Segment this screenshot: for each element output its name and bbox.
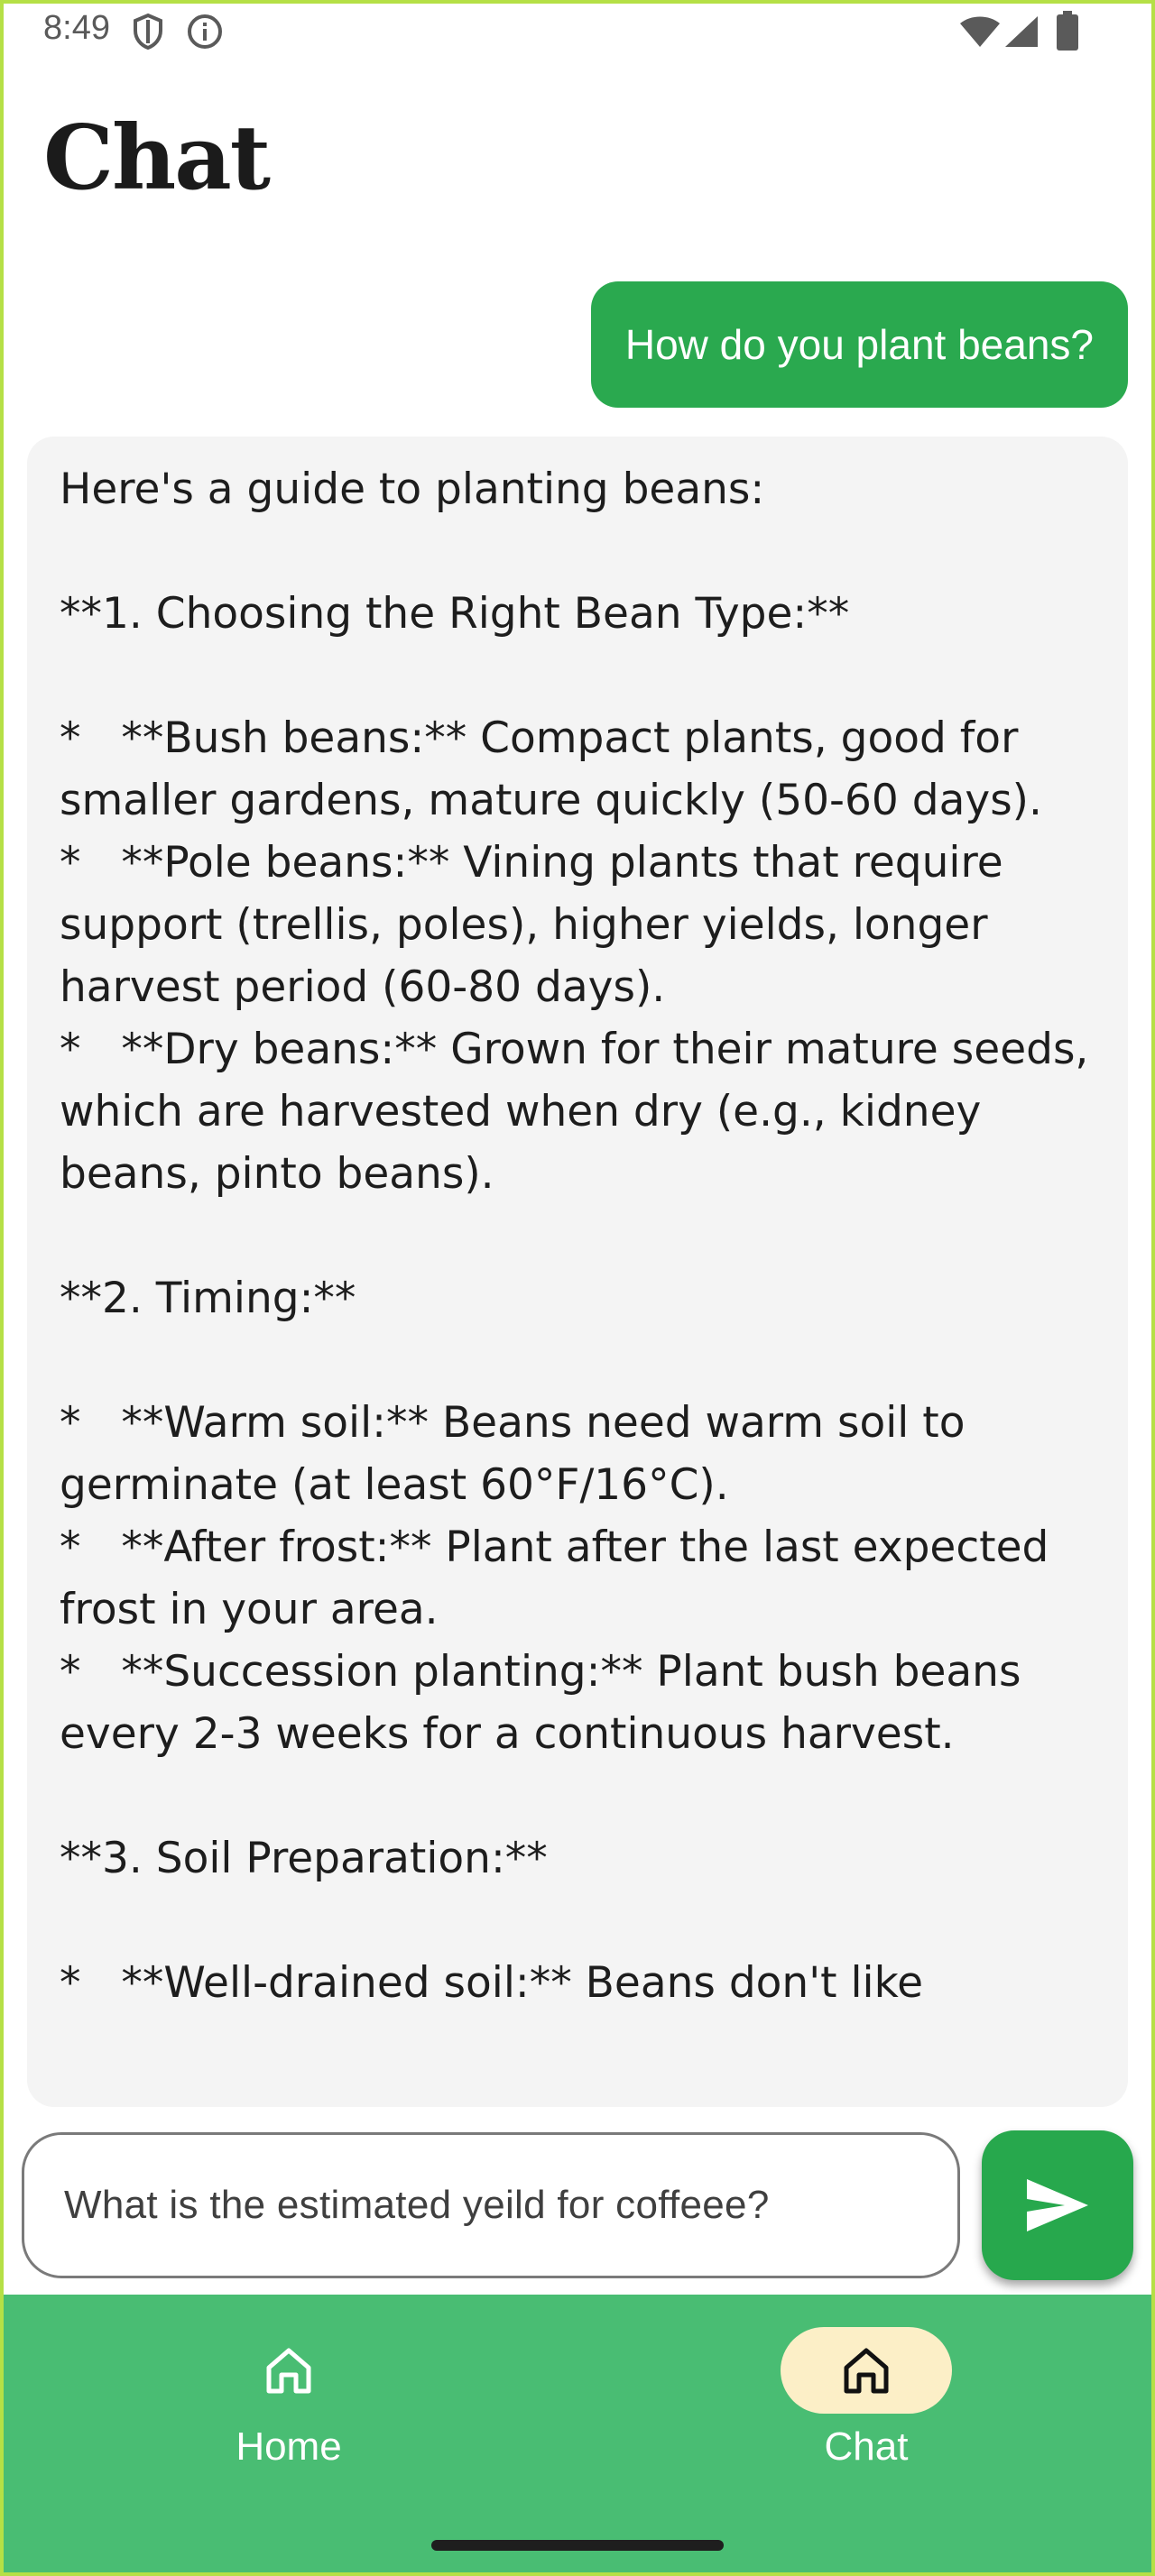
info-icon: [186, 13, 224, 55]
nav-label-home: Home: [236, 2424, 342, 2469]
nav-label-chat: Chat: [824, 2424, 909, 2469]
status-bar: 8:49: [0, 0, 1155, 65]
wifi-icon: [958, 14, 1002, 53]
nav-item-chat[interactable]: Chat: [731, 2295, 1002, 2529]
nav-home-indicator: [203, 2327, 374, 2414]
bottom-navigation: Home Chat: [0, 2295, 1155, 2576]
send-button[interactable]: [982, 2130, 1133, 2280]
message-input[interactable]: What is the estimated yeild for coffeee?: [22, 2132, 960, 2278]
home-icon: [266, 2348, 311, 2394]
message-input-value[interactable]: What is the estimated yeild for coffeee?: [64, 2135, 770, 2276]
home-icon: [844, 2348, 889, 2394]
user-message-bubble: How do you plant beans?: [590, 281, 1128, 408]
page-title: Chat: [43, 106, 271, 210]
send-icon: [1027, 2179, 1088, 2231]
battery-icon: [1056, 11, 1079, 55]
nav-chat-active-indicator: [781, 2327, 952, 2414]
shield-icon: [132, 13, 164, 55]
assistant-message-text: Here's a guide to planting beans: **1. C…: [60, 465, 1089, 2008]
signal-icon: [1003, 14, 1040, 53]
assistant-message-bubble: Here's a guide to planting beans: **1. C…: [27, 437, 1128, 2107]
gesture-navigation-bar[interactable]: [431, 2540, 724, 2551]
nav-item-home[interactable]: Home: [153, 2295, 424, 2529]
status-time: 8:49: [43, 9, 110, 47]
